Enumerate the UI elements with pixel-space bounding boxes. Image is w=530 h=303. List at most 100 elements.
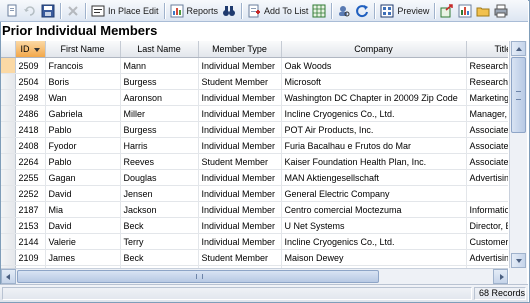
cell-first-name[interactable]: Boris bbox=[45, 73, 121, 90]
row-selector[interactable] bbox=[1, 153, 16, 170]
cell-company[interactable]: Incline Cryogenics Co., Ltd. bbox=[281, 233, 467, 250]
cell-member-type[interactable]: Individual Member bbox=[198, 89, 282, 106]
cell-company[interactable]: Washington DC Chapter in 20009 Zip Code bbox=[281, 89, 467, 106]
table-row[interactable]: 2187 Mia Jackson Individual Member Centro co… bbox=[1, 201, 508, 218]
scroll-left-button[interactable] bbox=[1, 269, 16, 284]
cell-first-name[interactable]: Francois bbox=[45, 57, 121, 74]
cell-first-name[interactable]: David bbox=[45, 185, 121, 202]
table-row[interactable]: 2109 James Beck Student Member Maison Dewey A… bbox=[1, 249, 508, 266]
cell-member-type[interactable]: Student Member bbox=[198, 249, 282, 266]
column-header-id[interactable]: ID bbox=[15, 41, 46, 58]
vertical-scroll-thumb[interactable] bbox=[511, 57, 526, 133]
cell-first-name[interactable]: Wan bbox=[45, 89, 121, 106]
row-selector[interactable] bbox=[1, 169, 16, 186]
column-header-first-name[interactable]: First Name bbox=[45, 41, 121, 58]
cell-title[interactable] bbox=[466, 185, 508, 202]
column-header-member-type[interactable]: Member Type bbox=[198, 41, 282, 58]
row-selector[interactable] bbox=[1, 249, 16, 266]
cell-member-type[interactable]: Individual Member bbox=[198, 217, 282, 234]
row-selector[interactable] bbox=[1, 217, 16, 234]
cell-id[interactable]: 2504 bbox=[15, 73, 46, 90]
cell-member-type[interactable]: Student Member bbox=[198, 153, 282, 170]
cell-last-name[interactable]: Burgess bbox=[120, 73, 199, 90]
in-place-edit-button[interactable]: In Place Edit bbox=[89, 2, 161, 20]
column-header-last-name[interactable]: Last Name bbox=[120, 41, 199, 58]
cell-first-name[interactable]: Valerie bbox=[45, 233, 121, 250]
horizontal-scrollbar[interactable] bbox=[1, 268, 508, 284]
table-row[interactable]: 2255 Gagan Douglas Individual Member MAN Akt… bbox=[1, 169, 508, 186]
refresh-button[interactable] bbox=[353, 2, 371, 20]
find-button[interactable] bbox=[220, 2, 238, 20]
cell-id[interactable]: 2264 bbox=[15, 153, 46, 170]
cell-last-name[interactable]: Terry bbox=[120, 233, 199, 250]
cell-first-name[interactable]: Pablo bbox=[45, 121, 121, 138]
cell-member-type[interactable]: Individual Member bbox=[198, 201, 282, 218]
new-record-button[interactable] bbox=[3, 2, 21, 20]
row-selector[interactable] bbox=[1, 201, 16, 218]
table-row[interactable]: 2252 David Jensen Individual Member General … bbox=[1, 185, 508, 202]
cell-id[interactable]: 2144 bbox=[15, 233, 46, 250]
cell-id[interactable]: 2408 bbox=[15, 137, 46, 154]
cell-title[interactable]: Associate, Consulting bbox=[466, 121, 508, 138]
table-row[interactable]: 2264 Pablo Reeves Student Member Kaiser Foun… bbox=[1, 153, 508, 170]
cell-company[interactable]: U Net Systems bbox=[281, 217, 467, 234]
cell-id[interactable]: 2418 bbox=[15, 121, 46, 138]
cell-member-type[interactable]: Individual Member bbox=[198, 233, 282, 250]
table-row[interactable]: 2153 David Beck Individual Member U Net Syst… bbox=[1, 217, 508, 234]
refresh-disabled-button[interactable] bbox=[21, 2, 39, 20]
row-selector[interactable] bbox=[1, 105, 16, 122]
row-selector[interactable] bbox=[1, 73, 16, 90]
cell-last-name[interactable]: Harris bbox=[120, 137, 199, 154]
cell-first-name[interactable]: Pablo bbox=[45, 153, 121, 170]
open-folder-button[interactable] bbox=[474, 2, 492, 20]
cell-title[interactable]: Associate VP, Advertising bbox=[466, 137, 508, 154]
cell-last-name[interactable]: Beck bbox=[120, 217, 199, 234]
delete-button[interactable] bbox=[64, 2, 82, 20]
chart-button[interactable] bbox=[456, 2, 474, 20]
add-to-list-button[interactable]: Add To List bbox=[245, 2, 310, 20]
cell-id[interactable]: 2486 bbox=[15, 105, 46, 122]
cell-first-name[interactable]: Gabriela bbox=[45, 105, 121, 122]
table-row[interactable]: 2486 Gabriela Miller Individual Member Incli… bbox=[1, 105, 508, 122]
cell-id[interactable]: 2109 bbox=[15, 249, 46, 266]
cell-company[interactable]: General Electric Company bbox=[281, 185, 467, 202]
cell-title[interactable]: Research Associate bbox=[466, 73, 508, 90]
spreadsheet-button[interactable] bbox=[310, 2, 328, 20]
cell-last-name[interactable]: Miller bbox=[120, 105, 199, 122]
cell-company[interactable]: POT Air Products, Inc. bbox=[281, 121, 467, 138]
table-row[interactable]: 2509 Francois Mann Individual Member Oak Woo… bbox=[1, 57, 508, 74]
preview-button[interactable]: Preview bbox=[378, 2, 431, 20]
cell-title[interactable]: Advertising Executive bbox=[466, 249, 508, 266]
save-button[interactable] bbox=[39, 2, 57, 20]
cell-company[interactable]: Furia Bacalhau e Frutos do Mar bbox=[281, 137, 467, 154]
cell-member-type[interactable]: Individual Member bbox=[198, 169, 282, 186]
row-header-corner[interactable] bbox=[1, 41, 16, 58]
row-selector[interactable] bbox=[1, 137, 16, 154]
reports-button[interactable]: Reports bbox=[168, 2, 221, 20]
cell-id[interactable]: 2252 bbox=[15, 185, 46, 202]
cell-member-type[interactable]: Individual Member bbox=[198, 121, 282, 138]
scroll-down-button[interactable] bbox=[511, 253, 526, 268]
cell-company[interactable]: Maison Dewey bbox=[281, 249, 467, 266]
search-people-button[interactable] bbox=[335, 2, 353, 20]
cell-last-name[interactable]: Burgess bbox=[120, 121, 199, 138]
cell-title[interactable]: Customer Support bbox=[466, 233, 508, 250]
cell-title[interactable]: Information Technology bbox=[466, 201, 508, 218]
row-selector[interactable] bbox=[1, 121, 16, 138]
column-header-title[interactable]: Title bbox=[466, 41, 508, 58]
print-button[interactable] bbox=[492, 2, 510, 20]
cell-last-name[interactable]: Douglas bbox=[120, 169, 199, 186]
cell-last-name[interactable]: Beck bbox=[120, 249, 199, 266]
column-header-company[interactable]: Company bbox=[281, 41, 467, 58]
cell-first-name[interactable]: Gagan bbox=[45, 169, 121, 186]
row-selector[interactable] bbox=[1, 185, 16, 202]
cell-first-name[interactable]: David bbox=[45, 217, 121, 234]
cell-company[interactable]: Centro comercial Moctezuma bbox=[281, 201, 467, 218]
cell-title[interactable]: Research Senior Engineer bbox=[466, 57, 508, 74]
scroll-right-button[interactable] bbox=[493, 269, 508, 284]
cell-first-name[interactable]: James bbox=[45, 249, 121, 266]
cell-title[interactable]: Marketing Executive bbox=[466, 89, 508, 106]
cell-id[interactable]: 2187 bbox=[15, 201, 46, 218]
cell-title[interactable]: Manager, Advertising bbox=[466, 105, 508, 122]
cell-title[interactable]: Advertising Director bbox=[466, 169, 508, 186]
